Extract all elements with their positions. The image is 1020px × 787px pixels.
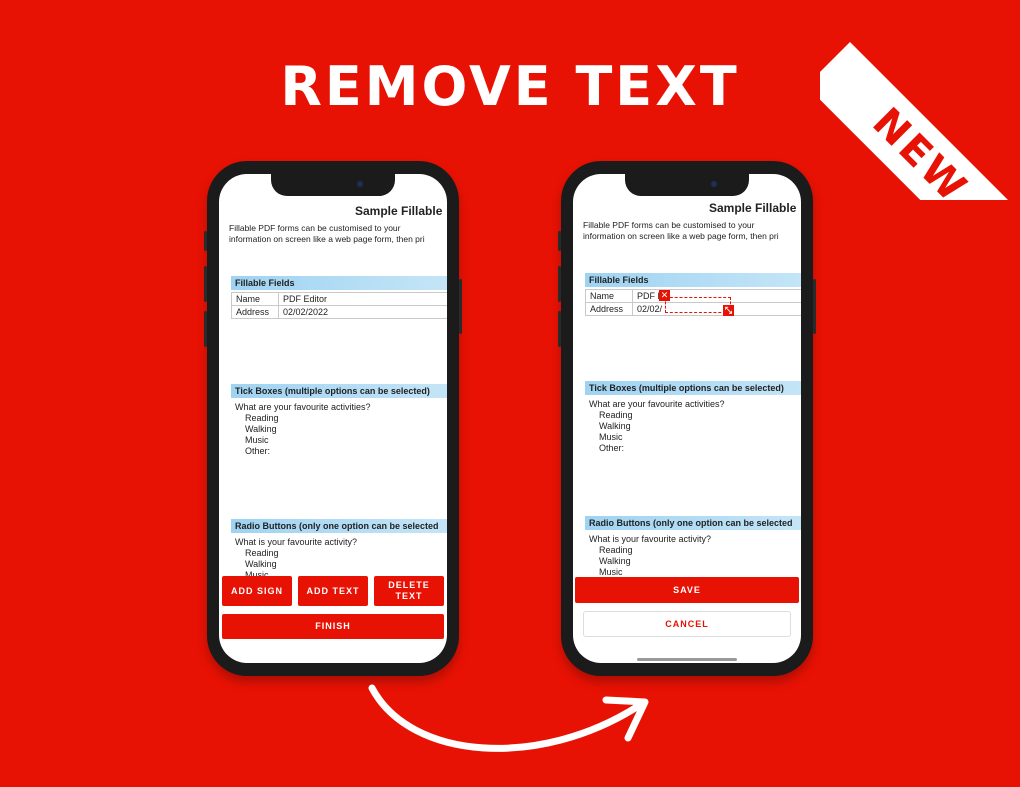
curved-arrow-icon [368, 684, 649, 752]
notch [625, 174, 749, 196]
notch [271, 174, 395, 196]
